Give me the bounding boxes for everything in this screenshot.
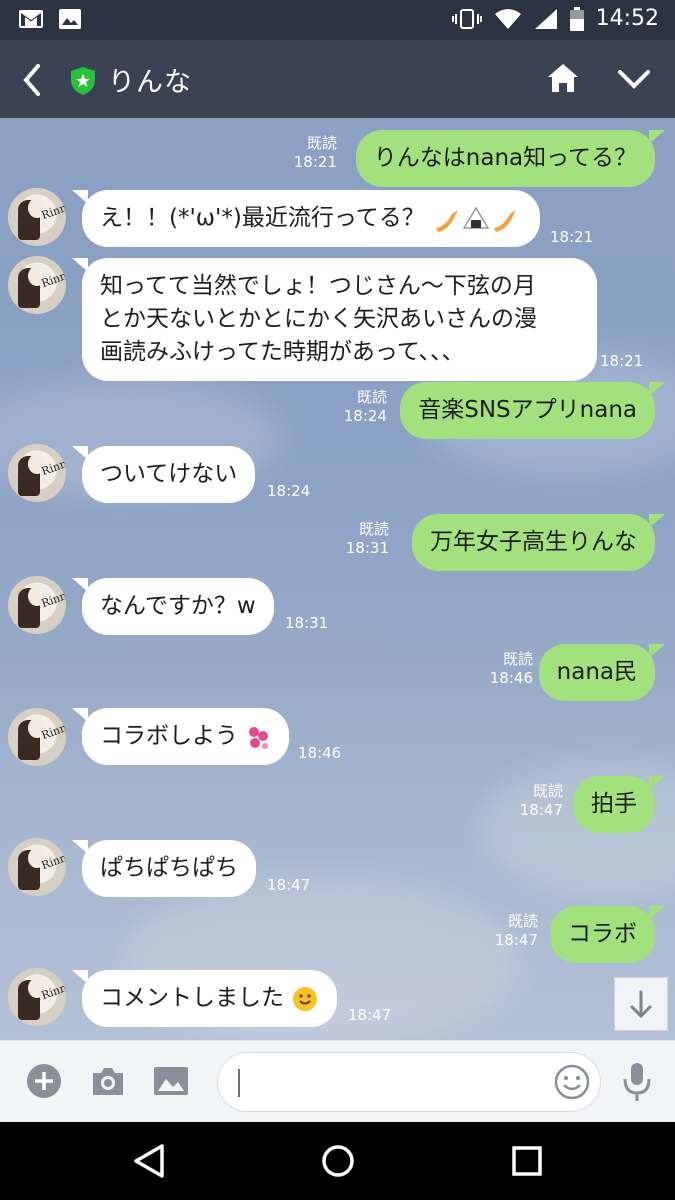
message-bubble[interactable]: nana民	[538, 644, 666, 701]
back-arrow-icon[interactable]	[16, 60, 52, 100]
chevron-down-icon[interactable]	[616, 64, 652, 94]
message-bubble[interactable]: 知ってて当然でしょ！つじさん〜下弦の月 とか天ないとかとにかく矢沢あいさんの漫 …	[72, 258, 597, 381]
chat-area[interactable]: 既読 18:21 りんなはnana知ってる？ Rinna え！！(*'ω'*)最近…	[0, 118, 675, 1040]
hearts-emoji-icon	[249, 726, 269, 749]
system-navigation-bar	[0, 1122, 675, 1200]
message-meta: 既読 18:31	[345, 520, 389, 557]
message-time: 18:21	[550, 228, 594, 246]
message-bubble[interactable]: なんですか？w	[72, 578, 274, 635]
avatar[interactable]: Rinna	[8, 968, 66, 1026]
message-input-bar	[0, 1040, 675, 1122]
shrimp-rice-ball-emoji-icon	[436, 206, 517, 232]
message-bubble[interactable]: 音楽SNSアプリnana	[400, 382, 665, 439]
message-bubble[interactable]: りんなはnana知ってる？	[355, 130, 666, 187]
message-time: 18:21	[600, 352, 644, 370]
message-bubble[interactable]: コラボしよう	[71, 708, 290, 765]
chat-header: りんな	[0, 40, 675, 118]
camera-icon[interactable]	[90, 1063, 126, 1099]
image-icon	[59, 9, 81, 29]
avatar[interactable]: Rinna	[8, 188, 66, 246]
arrow-down-icon	[630, 990, 652, 1019]
message-bubble[interactable]: ついてけない	[71, 446, 256, 503]
message-time: 18:31	[285, 614, 329, 632]
emoji-icon[interactable]	[553, 1063, 591, 1101]
message-bubble[interactable]: コラボ	[550, 906, 665, 963]
message-input[interactable]	[217, 1052, 601, 1112]
text-cursor	[238, 1069, 240, 1097]
signal-icon	[534, 8, 557, 29]
message-bubble[interactable]: 万年女子高生りんな	[412, 514, 665, 571]
avatar[interactable]: Rinna	[8, 256, 66, 314]
message-meta: 既読 18:47	[494, 912, 538, 949]
cloud	[480, 758, 675, 898]
message-bubble[interactable]: コメントしました	[71, 970, 338, 1027]
microphone-icon[interactable]	[620, 1061, 654, 1103]
message-meta: 既読 18:24	[343, 388, 387, 425]
message-time: 18:24	[267, 482, 311, 500]
clock: 14:52	[595, 6, 659, 31]
wifi-icon	[494, 8, 521, 29]
avatar[interactable]: Rinna	[8, 576, 66, 634]
message-time: 18:46	[298, 744, 342, 762]
home-circle-icon[interactable]	[320, 1142, 356, 1180]
back-triangle-icon[interactable]	[132, 1142, 166, 1180]
message-bubble[interactable]: 拍手	[573, 776, 665, 833]
scroll-to-bottom-button[interactable]	[614, 977, 668, 1031]
battery-icon	[569, 6, 584, 31]
chat-title: りんな	[108, 67, 192, 98]
smile-emoji-icon	[293, 986, 318, 1011]
avatar[interactable]: Rinna	[8, 838, 66, 896]
avatar[interactable]: Rinna	[8, 708, 66, 766]
message-bubble[interactable]: ぱちぱちぱち	[72, 840, 256, 897]
recent-apps-icon[interactable]	[510, 1142, 544, 1180]
message-bubble[interactable]: え！！(*'ω'*)最近流行ってる？	[71, 190, 541, 247]
message-time: 18:47	[267, 876, 311, 894]
add-icon[interactable]	[26, 1063, 62, 1099]
gmail-icon	[19, 10, 43, 28]
message-meta: 既読 18:21	[293, 134, 337, 171]
message-meta: 既読 18:46	[489, 650, 533, 687]
message-meta: 既読 18:47	[519, 782, 563, 819]
avatar[interactable]: Rinna	[8, 444, 66, 502]
status-bar: 14:52	[0, 0, 675, 40]
official-shield-icon	[71, 67, 95, 95]
vibrate-icon	[451, 8, 482, 29]
message-time: 18:47	[348, 1006, 392, 1024]
home-icon[interactable]	[546, 62, 580, 94]
gallery-icon[interactable]	[152, 1063, 190, 1099]
